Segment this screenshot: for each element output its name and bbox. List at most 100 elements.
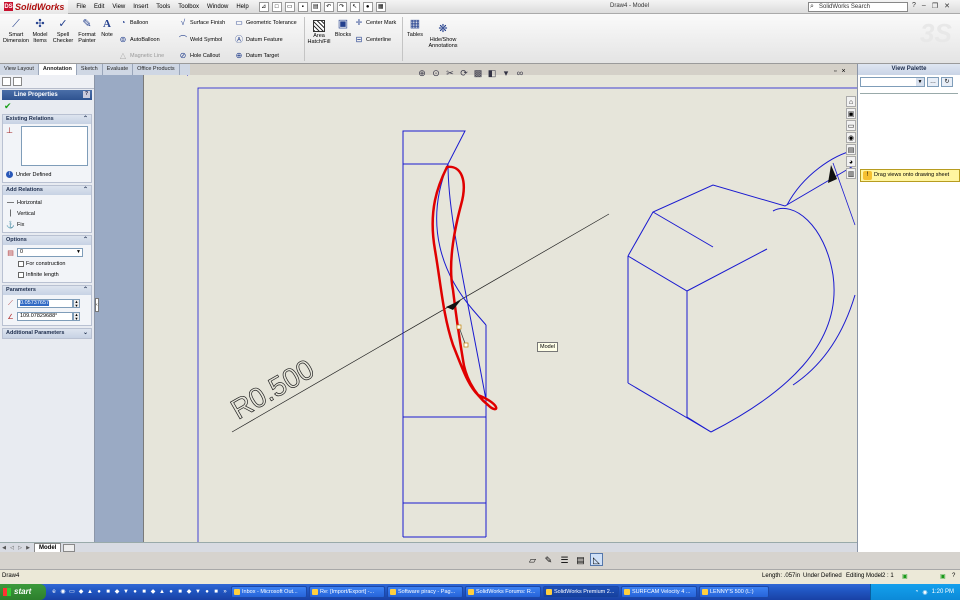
- group-header[interactable]: Existing Relations ⌃: [3, 115, 91, 124]
- menu-toolbox[interactable]: Toolbox: [174, 4, 203, 10]
- file-explorer-icon[interactable]: ▭: [846, 120, 856, 131]
- layer-properties-icon[interactable]: ▱: [526, 553, 539, 566]
- menu-edit[interactable]: Edit: [90, 4, 108, 10]
- model-items-button[interactable]: ✣ Model Items: [30, 17, 50, 44]
- browse-button[interactable]: …: [927, 77, 939, 87]
- print-icon[interactable]: ▤: [310, 1, 321, 12]
- solidworks-logo[interactable]: DS SolidWorks: [0, 0, 69, 14]
- line-thickness-icon[interactable]: ☰: [558, 553, 571, 566]
- view-palette-icon[interactable]: ▤: [846, 144, 856, 155]
- length-spinner[interactable]: ▲ ▼: [73, 299, 80, 308]
- restore-icon[interactable]: ❐: [932, 2, 938, 10]
- geometric-tolerance-button[interactable]: ▭ Geometric Tolerance: [234, 18, 296, 28]
- checkbox[interactable]: [18, 271, 24, 278]
- format-painter-button[interactable]: ✎ Format Painter: [76, 17, 98, 44]
- drawing-canvas[interactable]: R0.500: [143, 75, 857, 542]
- status-units-icon[interactable]: ▣: [940, 573, 946, 580]
- spell-checker-button[interactable]: ✓ Spell Checker: [52, 17, 74, 44]
- group-header[interactable]: Add Relations ⌃: [3, 186, 91, 195]
- status-help-icon[interactable]: ?: [952, 573, 955, 579]
- group-header[interactable]: Parameters ⌃: [3, 286, 91, 295]
- layer-select[interactable]: 0 ▼: [17, 248, 83, 257]
- menu-insert[interactable]: Insert: [129, 4, 152, 10]
- hole-callout-button[interactable]: ⊘ Hole Callout: [178, 51, 220, 61]
- previous-view-icon[interactable]: ✂: [444, 67, 456, 79]
- clock[interactable]: 1:20 PM: [932, 589, 954, 595]
- new-document-icon[interactable]: □: [271, 1, 282, 12]
- app-icon[interactable]: ◆: [185, 587, 193, 597]
- angle-field[interactable]: 109.07829688°: [17, 312, 73, 321]
- app-icon[interactable]: ◆: [113, 587, 121, 597]
- minimize-icon[interactable]: –: [922, 2, 926, 10]
- add-sheet-tab[interactable]: [63, 543, 76, 552]
- tab-view-layout[interactable]: View Layout: [0, 64, 39, 75]
- rotate-icon[interactable]: ⟳: [458, 67, 470, 79]
- close-icon[interactable]: ✕: [944, 2, 950, 10]
- select-icon[interactable]: ↖: [349, 1, 360, 12]
- pan-icon[interactable]: ▩: [472, 67, 484, 79]
- taskbar-item[interactable]: SURFCAM Velocity 4 ...: [621, 586, 697, 598]
- app-icon[interactable]: ■: [212, 587, 220, 597]
- next-sheet-icon[interactable]: ▷: [16, 545, 24, 551]
- display-style-icon[interactable]: ▾: [500, 67, 512, 79]
- outlook-icon[interactable]: ◉: [59, 587, 67, 597]
- menu-window[interactable]: Window: [203, 4, 232, 10]
- tray-icon[interactable]: ◔: [915, 589, 919, 595]
- tab-evaluate[interactable]: Evaluate: [103, 64, 134, 75]
- tab-sketch[interactable]: Sketch: [77, 64, 103, 75]
- existing-relations-list[interactable]: [21, 126, 88, 166]
- app-icon[interactable]: »: [221, 587, 229, 597]
- line-color-icon[interactable]: ✎: [542, 553, 555, 566]
- app-icon[interactable]: ▼: [194, 587, 202, 597]
- blocks-button[interactable]: ▣ Blocks: [333, 17, 353, 38]
- design-library-icon[interactable]: ▣: [846, 108, 856, 119]
- relation-vertical[interactable]: | Vertical: [6, 208, 88, 219]
- status-rebuild-icon[interactable]: ▣: [902, 573, 908, 580]
- taskbar-item[interactable]: Software piracy - Pag...: [387, 586, 463, 598]
- checkbox[interactable]: [18, 260, 24, 267]
- relation-fix[interactable]: ⚓ Fix: [6, 219, 88, 230]
- hide-show-annotations-button[interactable]: ❋ Hide/Show Annotations: [426, 22, 460, 49]
- group-header[interactable]: Additional Parameters ⌄: [3, 329, 91, 338]
- menu-help[interactable]: Help: [232, 4, 252, 10]
- tab-annotation[interactable]: Annotation: [38, 64, 77, 75]
- ok-check-icon[interactable]: ✔: [0, 100, 94, 112]
- menu-tools[interactable]: Tools: [152, 4, 174, 10]
- save-icon[interactable]: ▪: [297, 1, 308, 12]
- custom-properties-icon[interactable]: ▥: [846, 168, 856, 179]
- taskbar-item-active[interactable]: SolidWorks Premium 2...: [543, 586, 619, 598]
- appearances-icon[interactable]: ◕: [846, 156, 856, 167]
- balloon-button[interactable]: ◔ Balloon: [118, 18, 149, 28]
- relation-horizontal[interactable]: — Horizontal: [6, 197, 88, 208]
- rebuild-icon[interactable]: ●: [362, 1, 373, 12]
- help-icon[interactable]: ?: [912, 2, 916, 10]
- help-button[interactable]: ?: [83, 91, 90, 98]
- infinite-length-checkbox[interactable]: Infinite length: [6, 269, 88, 280]
- app-icon[interactable]: ■: [176, 587, 184, 597]
- angle-spinner[interactable]: ▲ ▼: [73, 312, 80, 321]
- app-icon[interactable]: ▼: [122, 587, 130, 597]
- first-sheet-icon[interactable]: ◀: [0, 545, 8, 551]
- tab-office-products[interactable]: Office Products: [133, 64, 180, 75]
- datum-target-button[interactable]: ⊕ Datum Target: [234, 51, 279, 61]
- desktop-icon[interactable]: ▭: [68, 587, 76, 597]
- menu-view[interactable]: View: [108, 4, 129, 10]
- app-icon[interactable]: ◆: [149, 587, 157, 597]
- ie-icon[interactable]: e: [50, 587, 58, 597]
- options-icon[interactable]: ▦: [375, 1, 386, 12]
- surface-finish-button[interactable]: √ Surface Finish: [178, 18, 225, 28]
- start-button[interactable]: start: [0, 584, 46, 600]
- app-icon[interactable]: ●: [203, 587, 211, 597]
- group-header[interactable]: Options ⌃: [3, 236, 91, 245]
- restore-icon[interactable]: ▫: [834, 68, 836, 75]
- menu-file[interactable]: File: [72, 4, 90, 10]
- hide-show-items-icon[interactable]: ∞: [514, 67, 526, 79]
- datum-feature-button[interactable]: Ⓐ Datum Feature: [234, 35, 283, 45]
- for-construction-checkbox[interactable]: For construction: [6, 258, 88, 269]
- app-icon[interactable]: ■: [104, 587, 112, 597]
- app-icon[interactable]: ▲: [158, 587, 166, 597]
- smart-dimension-button[interactable]: ⟋ Smart Dimension: [2, 17, 30, 44]
- app-icon[interactable]: ●: [95, 587, 103, 597]
- status-scale[interactable]: 2 : 1: [882, 573, 894, 579]
- feature-tree-icon[interactable]: [2, 77, 11, 86]
